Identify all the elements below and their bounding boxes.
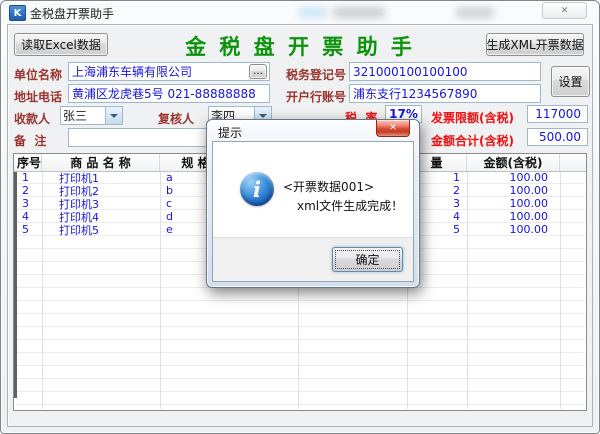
invoice-limit-field[interactable]: 117000 (527, 105, 588, 123)
company-name-field[interactable]: 上海浦东车辆有限公司 (68, 62, 270, 81)
dialog-title: 提示 (218, 126, 243, 140)
redacted-blur (333, 7, 385, 18)
bank-account-label: 开户行账号 (286, 90, 347, 104)
ok-button[interactable]: 确定 (332, 247, 403, 272)
app-window: K 金税盘开票助手 ✕ 读取Excel数据 金 税 盘 开 票 助 手 生成XM… (0, 0, 600, 434)
col-header-no: 序号 (17, 154, 42, 171)
dialog-message-line1: <开票数据001> (283, 180, 375, 194)
app-icon: K (9, 5, 26, 21)
total-amount-label: 金额合计(含税) (431, 134, 514, 148)
close-icon[interactable]: ✕ (542, 2, 587, 19)
company-name-label: 单位名称 (14, 68, 63, 82)
bank-account-field[interactable]: 浦东支行1234567890 (349, 84, 541, 103)
payee-value: 张三 (63, 109, 88, 123)
reviewer-label: 复核人 (158, 112, 195, 126)
window-title: 金税盘开票助手 (30, 7, 115, 21)
tax-id-field[interactable]: 321000100100100 (349, 62, 541, 81)
remark-label: 备 注 (14, 134, 47, 148)
col-header-name: 商 品 名 称 (42, 154, 160, 171)
redacted-blur (456, 7, 494, 18)
prompt-dialog: 提示 ✕ <开票数据001> xml文件生成完成！ 确定 (206, 119, 420, 288)
address-phone-label: 地址电话 (14, 90, 63, 104)
dialog-body: <开票数据001> xml文件生成完成！ 确定 (212, 141, 414, 282)
close-icon[interactable]: ✕ (376, 120, 410, 137)
settings-button[interactable]: 设置 (551, 66, 590, 97)
redacted-blur (299, 7, 327, 18)
page-title: 金 税 盘 开 票 助 手 (185, 35, 415, 59)
col-header-amount: 金额(含税) (467, 154, 560, 171)
dialog-message-line2: xml文件生成完成！ (297, 199, 404, 213)
read-excel-button[interactable]: 读取Excel数据 (14, 33, 108, 56)
info-icon (240, 172, 274, 206)
payee-label: 收款人 (14, 112, 51, 126)
payee-select[interactable]: 张三 (60, 106, 123, 125)
browse-button[interactable]: … (249, 64, 267, 79)
generate-xml-button[interactable]: 生成XML开票数据 (486, 33, 584, 56)
title-bar[interactable]: K 金税盘开票助手 ✕ (0, 0, 600, 23)
ok-button-label: 确定 (355, 253, 380, 267)
address-phone-field[interactable]: 黄浦区龙虎巷5号 021-88888888 (68, 84, 270, 103)
col-header-extra (560, 154, 586, 171)
tax-id-label: 税务登记号 (286, 68, 347, 82)
dialog-footer: 确定 (213, 237, 413, 281)
total-amount-field[interactable]: 500.00 (527, 128, 588, 146)
invoice-limit-label: 发票限额(含税) (431, 111, 514, 125)
chevron-down-icon[interactable] (105, 107, 122, 124)
